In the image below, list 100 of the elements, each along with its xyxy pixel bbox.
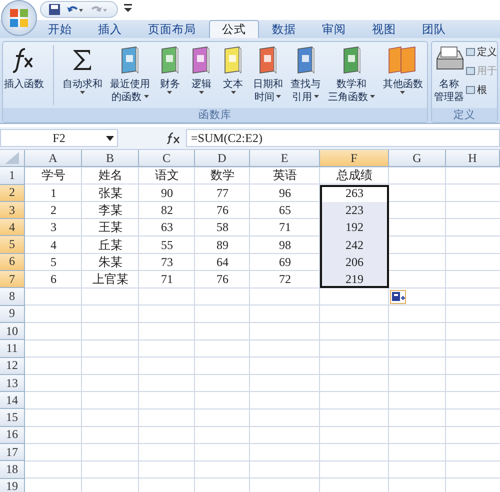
ribbon-link[interactable]: 根	[466, 83, 497, 97]
ribbon-button[interactable]: 文本	[220, 45, 246, 97]
row-header[interactable]: 8	[0, 288, 25, 306]
ribbon-link[interactable]: 定义	[466, 45, 497, 59]
table-cell-text: 76	[216, 271, 230, 288]
table-cell-text: 55	[160, 236, 174, 254]
table-cell-text: 4	[50, 236, 58, 254]
ribbon-tab[interactable]: 页面布局	[135, 20, 209, 38]
column-header[interactable]: C	[139, 150, 195, 168]
redo-icon	[90, 4, 108, 15]
table-cell-text: 3	[50, 219, 58, 236]
ribbon-button[interactable]: 插入函数	[3, 45, 45, 91]
row-header[interactable]: 2	[0, 184, 25, 202]
column-header[interactable]: H	[446, 150, 500, 168]
group-label: 定义	[432, 108, 497, 122]
column-header[interactable]: E	[250, 150, 320, 168]
ribbon-button[interactable]: 逻辑	[188, 45, 214, 97]
column-header[interactable]: G	[389, 150, 446, 168]
table-cell-text: 69	[278, 254, 292, 271]
table-cell-text: 71	[278, 219, 292, 236]
office-logo	[9, 8, 29, 28]
row-header[interactable]: 19	[0, 478, 25, 492]
function-icon[interactable]	[166, 132, 182, 144]
table-cell: 242	[320, 236, 389, 254]
ribbon-tab[interactable]: 插入	[85, 20, 135, 38]
column-header[interactable]: B	[82, 150, 139, 168]
ribbon-button[interactable]: 财务	[156, 45, 183, 97]
table-cell: 219	[320, 271, 389, 288]
ribbon-button[interactable]: 自动求和	[61, 45, 104, 97]
table-cell-text: 语文	[154, 167, 180, 184]
row-header[interactable]: 13	[0, 374, 25, 392]
ribbon-tab[interactable]: 开始	[35, 20, 85, 38]
table-cell-text: 89	[216, 236, 230, 254]
table-cell-text: 77	[216, 184, 230, 202]
column-header[interactable]: F	[320, 150, 389, 168]
ribbon-button[interactable]: 其他函数	[382, 45, 424, 97]
table-cell-text: 总成绩	[336, 167, 374, 184]
table-cell-text: 65	[278, 202, 292, 220]
table-cell-text: 73	[160, 254, 174, 271]
ribbon-button[interactable]: 名称 管理器	[432, 45, 466, 104]
table-cell-text: 76	[216, 202, 230, 220]
table-cell-text: 数学	[210, 167, 236, 184]
table-cell: 223	[320, 202, 389, 220]
table-cell-text: 64	[216, 254, 230, 271]
row-header[interactable]: 9	[0, 306, 25, 323]
row-header[interactable]: 4	[0, 219, 25, 236]
table-cell-text: 英语	[272, 167, 298, 184]
column-header[interactable]: D	[195, 150, 250, 168]
table-cell-text: 90	[160, 184, 174, 202]
table-cell-text: 朱某	[98, 254, 124, 271]
table-cell-text: 98	[278, 236, 292, 254]
row-header[interactable]: 5	[0, 236, 25, 254]
table-cell-text: 姓名	[98, 167, 124, 184]
table-cell: 263	[320, 184, 389, 202]
table-cell: 206	[320, 254, 389, 272]
row-header[interactable]: 16	[0, 426, 25, 444]
ribbon-button[interactable]: 最近使用 的函数	[109, 45, 152, 104]
table-cell-text: 张某	[98, 184, 124, 202]
table-cell-text: 72	[278, 271, 292, 288]
row-header[interactable]: 6	[0, 254, 25, 272]
table-cell-text: 1	[50, 184, 58, 202]
table-cell-text: 71	[160, 271, 174, 288]
row-header[interactable]: 1	[0, 167, 25, 185]
table-cell-text: 82	[160, 202, 174, 220]
table-cell-text: 96	[278, 184, 292, 202]
row-header[interactable]: 7	[0, 271, 25, 288]
table-cell-text: 63	[160, 219, 174, 236]
row-header[interactable]: 18	[0, 461, 25, 479]
ribbon-tab[interactable]: 视图	[359, 20, 409, 38]
row-header[interactable]: 12	[0, 358, 25, 375]
table-cell-text: 58	[216, 219, 230, 236]
ribbon-tab[interactable]: 数据	[259, 20, 309, 38]
save-icon[interactable]	[49, 4, 60, 15]
paste-options-icon[interactable]	[390, 290, 406, 304]
ribbon-tab[interactable]: 审阅	[309, 20, 359, 38]
table-cell-text: 李某	[98, 202, 124, 220]
ribbon-tab[interactable]: 公式	[209, 20, 259, 38]
ribbon-button[interactable]: 日期和 时间	[252, 45, 284, 104]
table-cell: 192	[320, 219, 389, 236]
ribbon-button[interactable]: 查找与 引用	[290, 45, 322, 104]
group-label: 函数库	[3, 108, 427, 122]
column-header[interactable]: A	[25, 150, 82, 168]
table-cell-text: 学号	[40, 167, 66, 184]
row-header[interactable]: 3	[0, 202, 25, 220]
row-header[interactable]: 10	[0, 322, 25, 340]
ribbon-button[interactable]: 数学和 三角函数	[327, 45, 376, 104]
table-cell-text: 5	[50, 254, 58, 271]
row-header[interactable]: 17	[0, 444, 25, 462]
name-box[interactable]: F2	[0, 129, 118, 147]
ribbon-tab[interactable]: 团队	[409, 20, 459, 38]
row-header[interactable]: 15	[0, 409, 25, 427]
table-cell-text: 2	[50, 202, 58, 220]
table-cell-text: 上官某	[92, 271, 130, 288]
row-header[interactable]: 14	[0, 392, 25, 410]
customize-icon[interactable]	[124, 4, 132, 13]
table-cell-text: 王某	[98, 219, 124, 236]
formula-field[interactable]: =SUM(C2:E2)	[186, 129, 500, 147]
table-cell-text: 6	[50, 271, 58, 288]
undo-icon[interactable]	[66, 4, 84, 15]
row-header[interactable]: 11	[0, 340, 25, 358]
